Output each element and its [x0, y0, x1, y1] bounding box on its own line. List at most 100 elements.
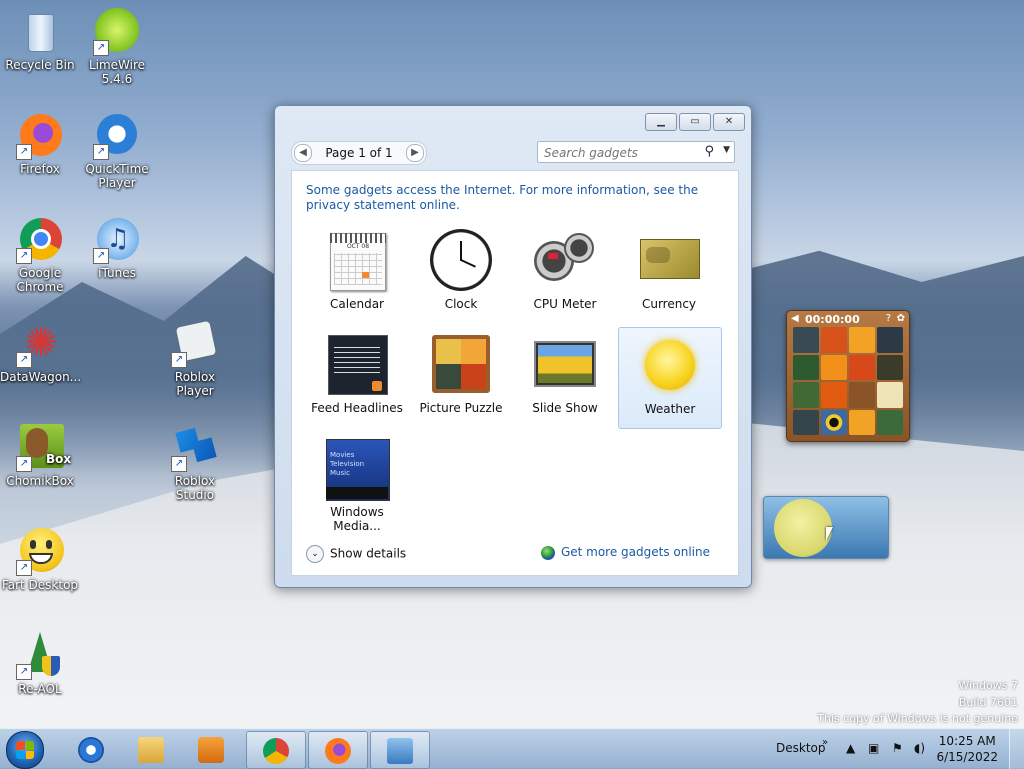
puzzle-tile[interactable]	[877, 327, 903, 353]
show-hidden-icons-icon[interactable]: ▲	[846, 741, 855, 755]
desktop-icon-recycle-bin[interactable]: Recycle Bin	[0, 8, 80, 72]
puzzle-tile[interactable]	[793, 409, 819, 435]
gadget-label: Calendar	[330, 297, 384, 311]
desktop-icon-label: DataWagon...	[0, 370, 82, 384]
datawagon-icon: ✺ ↗	[16, 320, 64, 368]
windows-logo-icon	[16, 741, 34, 759]
taskbar-gadgets[interactable]	[370, 731, 430, 769]
taskbar-media-player[interactable]	[182, 731, 240, 767]
show-desktop-button[interactable]	[1009, 729, 1024, 769]
volume-icon[interactable]: ◖)	[914, 741, 925, 755]
currency-icon	[638, 229, 700, 291]
desktop-icon-limewire[interactable]: ↗ LimeWire 5.4.6	[77, 8, 157, 86]
picture-puzzle-icon	[430, 333, 492, 395]
gadget-currency[interactable]: Currency	[618, 223, 720, 323]
puzzle-tile[interactable]	[849, 409, 875, 435]
privacy-info-link[interactable]: Some gadgets access the Internet. For mo…	[306, 183, 716, 213]
puzzle-tile[interactable]	[877, 409, 903, 435]
shortcut-arrow-icon: ↗	[93, 40, 109, 56]
chevron-down-icon[interactable]: ▼	[723, 145, 730, 155]
puzzle-tile[interactable]	[793, 327, 819, 353]
puzzle-tile[interactable]	[849, 327, 875, 353]
puzzle-timer: 00:00:00	[805, 313, 860, 326]
shortcut-arrow-icon: ↗	[16, 248, 32, 264]
puzzle-empty-slot[interactable]	[849, 382, 875, 408]
chrome-icon	[263, 738, 289, 764]
desktop-icon-chrome[interactable]: ↗ Google Chrome	[0, 216, 80, 294]
media-player-icon	[198, 737, 224, 763]
gadget-label: Weather	[644, 402, 696, 416]
picture-puzzle-gadget[interactable]: ◀ 00:00:00 ? ✿	[786, 310, 910, 442]
gadget-clock[interactable]: Clock	[410, 223, 512, 323]
search-box: ⚲ ▼	[537, 141, 735, 163]
shortcut-arrow-icon: ↗	[16, 456, 32, 472]
puzzle-settings-icon[interactable]: ✿	[897, 313, 905, 324]
chrome-icon: ↗	[16, 216, 64, 264]
taskbar-firefox[interactable]	[308, 731, 368, 769]
shortcut-arrow-icon: ↗	[16, 560, 32, 576]
search-input[interactable]	[542, 143, 696, 162]
desktop-icon-firefox[interactable]: ↗ Firefox	[0, 112, 80, 176]
puzzle-tile[interactable]	[877, 354, 903, 380]
minimize-button[interactable]: ▁	[645, 113, 677, 131]
action-center-flag-icon[interactable]: ⚑	[892, 741, 903, 755]
puzzle-tile[interactable]	[821, 327, 847, 353]
weather-icon	[639, 334, 701, 396]
gadget-picture-puzzle[interactable]: Picture Puzzle	[410, 327, 512, 427]
desktop-toolbar-label[interactable]: Desktop	[776, 741, 826, 755]
gadget-calendar[interactable]: OCT 08 Calendar	[306, 223, 408, 323]
desktop-icon-quicktime[interactable]: ↗ QuickTime Player	[77, 112, 157, 190]
network-icon[interactable]: ▣	[868, 741, 879, 755]
puzzle-grid	[793, 327, 903, 435]
system-clock[interactable]: 10:25 AM 6/15/2022	[936, 733, 998, 765]
desktop-icon-roblox-player[interactable]: ↗ Roblox Player	[155, 320, 235, 398]
taskbar-file-explorer[interactable]	[122, 731, 180, 767]
puzzle-tile[interactable]	[793, 382, 819, 408]
desktop-icon-label: Firefox	[20, 162, 60, 176]
gadget-weather[interactable]: Weather	[618, 327, 722, 429]
desktop-icon-roblox-studio[interactable]: ↗ Roblox Studio	[155, 424, 235, 502]
puzzle-tile[interactable]	[849, 354, 875, 380]
gadgets-footer: ⌄ Show details Get more gadgets online	[292, 531, 738, 575]
calendar-month: OCT 08	[346, 243, 370, 250]
weather-gadget[interactable]	[763, 496, 889, 559]
puzzle-question-icon[interactable]: ?	[886, 313, 891, 324]
gadget-windows-media[interactable]: Movies Television Music Windows Media...	[306, 431, 408, 533]
desktop-icon-label: Roblox Studio	[174, 474, 216, 502]
gadget-cpu-meter[interactable]: CPU Meter	[514, 223, 616, 323]
desktop-icon-re-aol[interactable]: ↗ Re-AOL	[0, 632, 80, 696]
gadget-feed-headlines[interactable]: Feed Headlines	[306, 327, 408, 427]
puzzle-tile[interactable]	[877, 382, 903, 408]
next-page-button[interactable]: ▶	[406, 144, 424, 162]
previous-page-button[interactable]: ◀	[294, 144, 312, 162]
start-button[interactable]	[6, 731, 44, 769]
get-more-label: Get more gadgets online	[560, 545, 710, 559]
puzzle-tile[interactable]	[793, 354, 819, 380]
taskbar-chrome[interactable]	[246, 731, 306, 769]
puzzle-help-icon[interactable]: ◀	[791, 313, 799, 324]
gadgets-window: ▁ ▭ ✕ ◀ Page 1 of 1 ▶ ⚲ ▼ Some gadgets a…	[274, 105, 752, 588]
desktop-icon-label: Fart Desktop	[1, 578, 79, 592]
desktop-icon-label: Roblox Player	[174, 370, 216, 398]
show-details-button[interactable]: ⌄ Show details	[306, 545, 406, 563]
globe-icon	[540, 545, 555, 560]
maximize-button[interactable]: ▭	[679, 113, 711, 131]
desktop-icon-datawagon[interactable]: ✺ ↗ DataWagon...	[0, 320, 82, 384]
puzzle-tile[interactable]	[821, 409, 847, 435]
close-button[interactable]: ✕	[713, 113, 745, 131]
calendar-icon: OCT 08	[326, 229, 388, 291]
get-more-gadgets-link[interactable]: Get more gadgets online	[540, 545, 710, 560]
gadget-slide-show[interactable]: Slide Show	[514, 327, 616, 427]
search-icon[interactable]: ⚲	[704, 144, 714, 159]
puzzle-tile[interactable]	[821, 354, 847, 380]
smiley-icon: ↗	[16, 528, 64, 576]
puzzle-tile[interactable]	[821, 382, 847, 408]
firefox-icon	[325, 738, 351, 764]
desktop-icon-chomikbox[interactable]: Box ↗ ChomikBox	[0, 424, 80, 488]
taskbar-internet-explorer[interactable]	[62, 731, 120, 767]
desktop-icon-fart-desktop[interactable]: ↗ Fart Desktop	[0, 528, 80, 592]
chevron-down-icon: ⌄	[306, 545, 324, 563]
shortcut-arrow-icon: ↗	[93, 144, 109, 160]
desktop-icon-itunes[interactable]: ♫ ↗ iTunes	[77, 216, 157, 280]
desktop-toolbar-chevron-icon[interactable]: »	[822, 737, 828, 748]
